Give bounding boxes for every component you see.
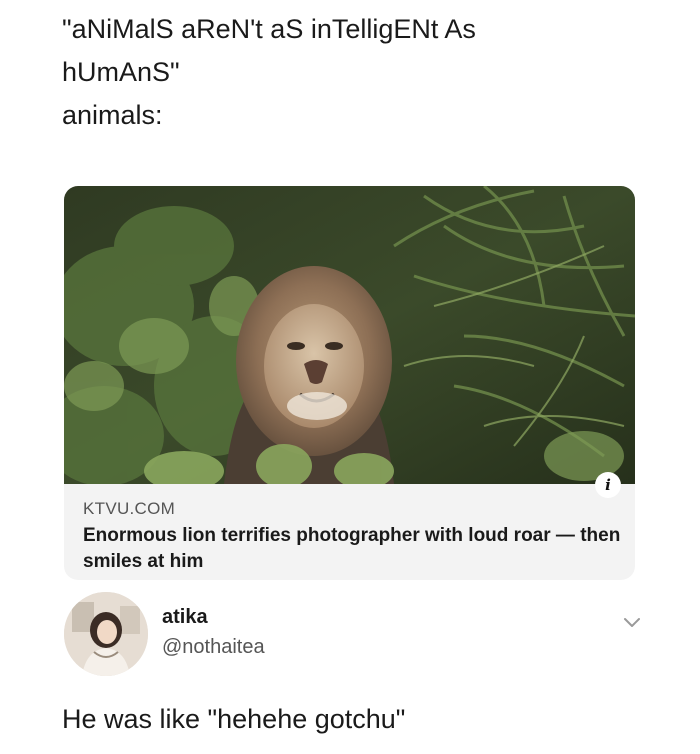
card-title[interactable]: Enormous lion terrifies photographer wit…: [83, 523, 623, 575]
reply-display-name[interactable]: atika: [162, 606, 208, 629]
tweet-text-line-1: "aNiMalS aReN't aS inTelligENt As: [62, 14, 476, 44]
avatar-image: [64, 592, 148, 676]
card-domain: KTVU.COM: [83, 499, 176, 518]
tweet-text: "aNiMalS aReN't aS inTelligENt As hUmAnS…: [62, 8, 662, 137]
lion-photo: [64, 186, 635, 484]
reply-header: atika @nothaitea: [64, 592, 644, 682]
tweet-text-line-2: hUmAnS": [62, 57, 180, 87]
reply-text: He was like "hehehe gotchu": [62, 704, 406, 734]
chevron-down-icon[interactable]: [620, 612, 644, 632]
reply-handle[interactable]: @nothaitea: [162, 636, 265, 659]
tweet-text-line-3: animals:: [62, 100, 163, 130]
link-preview-card[interactable]: i KTVU.COM Enormous lion terrifies photo…: [64, 186, 635, 580]
avatar[interactable]: [64, 592, 148, 676]
info-icon[interactable]: i: [595, 472, 621, 498]
card-image-lion[interactable]: [64, 186, 635, 484]
